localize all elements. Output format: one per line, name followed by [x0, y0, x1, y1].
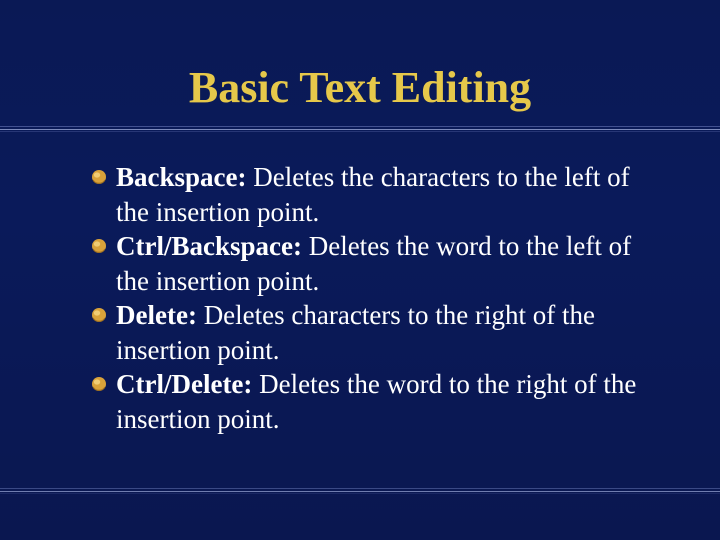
list-item-text: Ctrl/Delete: Deletes the word to the rig…	[116, 367, 660, 436]
list-item-label: Ctrl/Backspace:	[116, 231, 302, 261]
bottom-underline	[0, 488, 720, 494]
list-item-text: Backspace: Deletes the characters to the…	[116, 160, 660, 229]
bullet-icon	[90, 306, 108, 324]
list-item: Ctrl/Backspace: Deletes the word to the …	[90, 229, 660, 298]
bullet-list: Backspace: Deletes the characters to the…	[90, 160, 660, 436]
list-item-text: Ctrl/Backspace: Deletes the word to the …	[116, 229, 660, 298]
bullet-icon	[90, 237, 108, 255]
bullet-icon	[90, 168, 108, 186]
list-item-text: Delete: Deletes characters to the right …	[116, 298, 660, 367]
slide-title: Basic Text Editing	[0, 62, 720, 113]
list-item-label: Ctrl/Delete:	[116, 369, 252, 399]
list-item: Ctrl/Delete: Deletes the word to the rig…	[90, 367, 660, 436]
title-underline	[0, 126, 720, 132]
list-item-label: Delete:	[116, 300, 197, 330]
bullet-icon	[90, 375, 108, 393]
list-item: Delete: Deletes characters to the right …	[90, 298, 660, 367]
list-item: Backspace: Deletes the characters to the…	[90, 160, 660, 229]
slide: Basic Text Editing Backspace: Deletes th…	[0, 0, 720, 540]
list-item-label: Backspace:	[116, 162, 247, 192]
